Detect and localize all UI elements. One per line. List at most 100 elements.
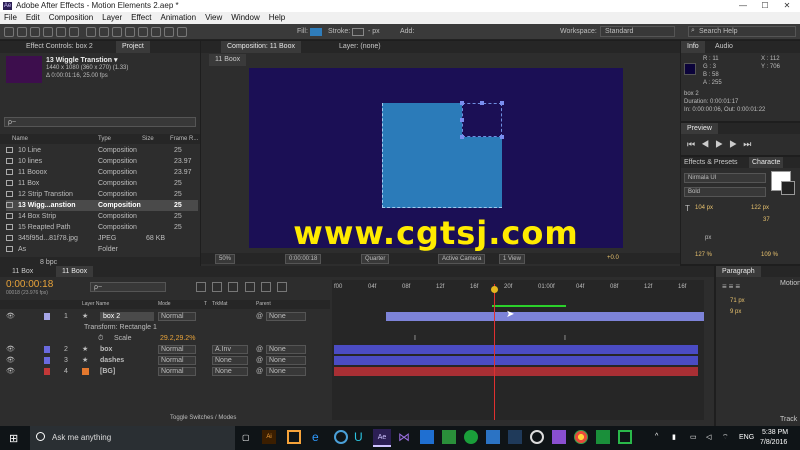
- battery-icon[interactable]: ▭: [690, 433, 697, 441]
- maximize-button[interactable]: ☐: [754, 0, 776, 12]
- list-item[interactable]: 13 Wigg...anstion Composition 25: [6, 200, 198, 211]
- menu-help[interactable]: Help: [269, 12, 285, 24]
- list-item[interactable]: 12 Strip Transtion Composition 25: [6, 189, 198, 200]
- tab-project[interactable]: Project: [116, 41, 150, 53]
- next-frame-icon[interactable]: ▶: [729, 139, 743, 149]
- brush-tool-icon[interactable]: [125, 27, 135, 37]
- visibility-icon[interactable]: 👁: [6, 355, 15, 366]
- unit-value[interactable]: px: [705, 235, 711, 241]
- zoom-select[interactable]: 50%: [215, 254, 236, 264]
- project-search-input[interactable]: ρ~: [4, 117, 196, 127]
- layer-row-4[interactable]: 👁 4 [BG] Normal None @ None: [0, 366, 330, 377]
- minimize-button[interactable]: —: [732, 0, 754, 12]
- menu-view[interactable]: View: [205, 12, 222, 24]
- layer-bar-box2[interactable]: [386, 312, 704, 321]
- exposure-value[interactable]: +0.0: [607, 253, 619, 264]
- stroke-swatch[interactable]: [352, 28, 364, 36]
- list-item[interactable]: 11 Box Composition 25: [6, 178, 198, 189]
- timeline-search-input[interactable]: ρ~: [90, 282, 166, 292]
- parent-pickwhip-icon[interactable]: @: [256, 311, 263, 322]
- hand-tool-icon[interactable]: [17, 27, 27, 37]
- scale-property-row[interactable]: ⏱ Scale 29.2,29.2%: [0, 333, 330, 344]
- font-style-select[interactable]: Bold: [684, 187, 766, 197]
- app-icon[interactable]: [442, 430, 456, 444]
- resolution-select[interactable]: Quarter: [361, 254, 390, 264]
- language-indicator[interactable]: ENG: [739, 434, 754, 441]
- graph-editor-icon[interactable]: [277, 282, 288, 292]
- layer-row-2[interactable]: 👁 2 ★ box Normal A.Inv @ None: [0, 344, 330, 355]
- tab-timeline-11-boox[interactable]: 11 Boox: [56, 266, 94, 277]
- motion-blur-icon[interactable]: [260, 282, 271, 292]
- tab-info[interactable]: Info: [681, 41, 705, 53]
- upwork-icon[interactable]: U: [354, 430, 368, 444]
- task-view-icon[interactable]: ▢: [242, 433, 250, 442]
- mode-select[interactable]: Normal: [158, 312, 196, 321]
- layer-name[interactable]: box: [100, 344, 112, 355]
- layer-name[interactable]: dashes: [100, 355, 124, 366]
- selection-tool-icon[interactable]: [4, 27, 14, 37]
- tracking-value[interactable]: 37: [763, 217, 770, 223]
- label-color[interactable]: [44, 313, 50, 320]
- layer-name[interactable]: [BG]: [100, 366, 115, 377]
- app-icon[interactable]: [530, 430, 544, 444]
- comp-timecode[interactable]: 0:00:00:18: [285, 254, 322, 264]
- app-icon[interactable]: [464, 430, 478, 444]
- list-item[interactable]: 15 Reapted Path Composition 25: [6, 222, 198, 233]
- pen-tool-icon[interactable]: [99, 27, 109, 37]
- rectangle-tool-icon[interactable]: [86, 27, 96, 37]
- col-type[interactable]: Type: [98, 134, 111, 144]
- leading-value[interactable]: 122 px: [751, 205, 769, 211]
- work-area-bar[interactable]: [492, 305, 566, 307]
- cortana-search[interactable]: Ask me anything: [30, 426, 235, 450]
- layer-name[interactable]: box 2: [100, 312, 154, 321]
- font-family-select[interactable]: Nirmala UI: [684, 173, 766, 183]
- pan-behind-tool-icon[interactable]: [69, 27, 79, 37]
- align-left-icon[interactable]: ≡: [722, 282, 729, 291]
- last-frame-icon[interactable]: ⏭: [743, 139, 757, 149]
- camera-select[interactable]: Active Camera: [438, 254, 486, 264]
- current-time-indicator[interactable]: [494, 284, 495, 420]
- close-button[interactable]: ✕: [776, 0, 798, 12]
- col-mode[interactable]: Mode: [158, 300, 171, 309]
- list-item[interactable]: 10 Line Composition 25: [6, 145, 198, 156]
- col-layer-name[interactable]: Layer Name: [82, 300, 109, 309]
- keyframe-icon[interactable]: I: [564, 335, 566, 342]
- tab-layer[interactable]: Layer: (none): [333, 41, 387, 53]
- tab-timeline-11-box[interactable]: 11 Box: [6, 266, 39, 277]
- app-icon[interactable]: [486, 430, 500, 444]
- menu-window[interactable]: Window: [231, 12, 259, 24]
- type-tool-icon[interactable]: [112, 27, 122, 37]
- play-icon[interactable]: ▶: [715, 139, 729, 149]
- tray-chevron-icon[interactable]: ^: [655, 433, 658, 440]
- parent-select[interactable]: None: [266, 312, 306, 321]
- box2-shape[interactable]: [460, 101, 504, 139]
- font-size-value[interactable]: 104 px: [695, 205, 713, 211]
- volume-icon[interactable]: ◁: [706, 433, 711, 441]
- tab-effect-controls[interactable]: Effect Controls: box 2: [20, 41, 99, 53]
- camera-tool-icon[interactable]: [56, 27, 66, 37]
- parent-select[interactable]: None: [266, 356, 306, 365]
- stroke-color-swatch[interactable]: [781, 181, 795, 195]
- taskbar-search-input[interactable]: Ask me anything: [52, 433, 111, 442]
- playhead-handle[interactable]: [491, 286, 498, 293]
- scale-value[interactable]: 29.2,29.2%: [160, 333, 195, 344]
- menu-composition[interactable]: Composition: [49, 12, 93, 24]
- mode-select[interactable]: Normal: [158, 345, 196, 354]
- fill-swatch[interactable]: [310, 28, 322, 36]
- visual-studio-icon[interactable]: ⋈: [398, 430, 412, 444]
- stroke-width-value[interactable]: - px: [368, 28, 380, 35]
- app-icon[interactable]: [552, 430, 566, 444]
- edge-icon[interactable]: e: [312, 430, 326, 444]
- store-icon[interactable]: [420, 430, 434, 444]
- illustrator-icon[interactable]: Ai: [262, 430, 276, 444]
- list-item[interactable]: 14 Box Strip Composition 25: [6, 211, 198, 222]
- indent-value[interactable]: 71 px: [730, 298, 745, 304]
- after-effects-icon[interactable]: Ae: [373, 429, 391, 447]
- frame-blend-icon[interactable]: [244, 282, 255, 292]
- rotate-tool-icon[interactable]: [43, 27, 53, 37]
- tab-tracker[interactable]: Track: [778, 414, 799, 425]
- eraser-tool-icon[interactable]: [151, 27, 161, 37]
- list-item[interactable]: As Folder: [6, 244, 198, 255]
- menu-animation[interactable]: Animation: [160, 12, 196, 24]
- col-name[interactable]: Name: [12, 134, 28, 144]
